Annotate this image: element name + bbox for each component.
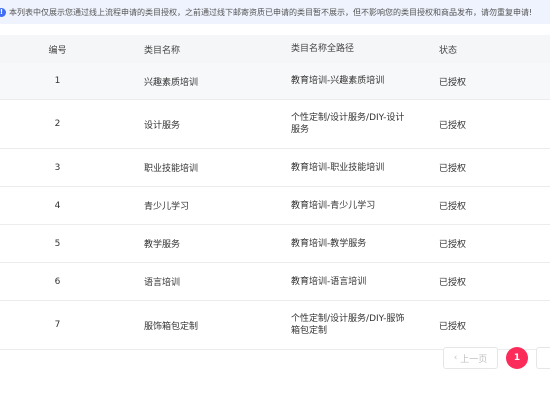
page-button-current[interactable]: 1 bbox=[506, 347, 528, 369]
table-row: 1 兴趣素质培训 教育培训-兴趣素质培训 已授权 bbox=[0, 63, 550, 100]
row-category-name: 兴趣素质培训 bbox=[144, 77, 199, 88]
row-id: 3 bbox=[54, 162, 61, 173]
row-category-path: 教育培训-职业技能培训 bbox=[291, 162, 385, 173]
row-category-path: 教育培训-教学服务 bbox=[291, 238, 367, 249]
info-icon: ! bbox=[0, 7, 6, 17]
row-id: 2 bbox=[54, 119, 61, 129]
table-row: 3 职业技能培训 教育培训-职业技能培训 已授权 bbox=[0, 149, 550, 187]
row-category-path: 教育培训-青少儿学习 bbox=[291, 200, 376, 211]
notice-text: 本列表中仅展示您通过线上流程申请的类目授权，之前通过线下邮寄资质已申请的类目暂不… bbox=[9, 7, 533, 17]
category-table: 编号 类目名称 类目名称全路径 状态 1 兴趣素质培训 教育培训-兴趣素质培训 已授权… bbox=[0, 35, 550, 350]
table-row: 5 教学服务 教育培训-教学服务 已授权 bbox=[0, 225, 550, 263]
row-status: 已授权 bbox=[439, 202, 467, 212]
table-row: 2 设计服务 个性定制/设计服务/DIY-设计服务 已授权 bbox=[0, 100, 550, 149]
row-category-path: 个性定制/设计服务/DIY-服饰箱包定制 bbox=[291, 314, 405, 336]
row-category-path: 教育培训-兴趣素质培训 bbox=[291, 76, 385, 86]
row-id: 5 bbox=[54, 238, 61, 249]
row-status: 已授权 bbox=[439, 240, 467, 250]
row-status: 已授权 bbox=[439, 278, 467, 288]
row-id: 6 bbox=[54, 276, 61, 287]
header-category-path: 类目名称全路径 bbox=[291, 44, 355, 54]
row-category-path: 教育培训-语言培训 bbox=[291, 276, 367, 287]
table-header: 编号 类目名称 类目名称全路径 状态 bbox=[0, 35, 550, 63]
row-status: 已授权 bbox=[439, 321, 467, 332]
row-category-path: 个性定制/设计服务/DIY-设计服务 bbox=[291, 113, 405, 135]
row-status: 已授权 bbox=[439, 120, 467, 131]
row-category-name: 青少儿学习 bbox=[144, 202, 190, 212]
next-page-button[interactable]: 下 bbox=[536, 347, 550, 369]
pagination: ‹ 上一页 1 下 bbox=[443, 347, 550, 369]
row-status: 已授权 bbox=[439, 164, 467, 174]
row-category-name: 教学服务 bbox=[144, 240, 181, 250]
row-category-name: 职业技能培训 bbox=[144, 164, 199, 174]
row-id: 7 bbox=[54, 320, 61, 330]
row-id: 1 bbox=[54, 76, 61, 86]
notice-bar: ! 本列表中仅展示您通过线上流程申请的类目授权，之前通过线下邮寄资质已申请的类目… bbox=[0, 0, 550, 24]
row-category-name: 设计服务 bbox=[144, 120, 181, 131]
row-category-name: 语言培训 bbox=[144, 278, 181, 288]
table-row: 4 青少儿学习 教育培训-青少儿学习 已授权 bbox=[0, 187, 550, 225]
header-category-name: 类目名称 bbox=[144, 45, 181, 56]
prev-page-button[interactable]: ‹ 上一页 bbox=[443, 347, 498, 369]
row-status: 已授权 bbox=[439, 77, 467, 88]
table-body: 1 兴趣素质培训 教育培训-兴趣素质培训 已授权 2 设计服务 个性定制/设计服务/DIY-… bbox=[0, 63, 550, 350]
header-status: 状态 bbox=[439, 45, 458, 56]
table-row: 6 语言培训 教育培训-语言培训 已授权 bbox=[0, 263, 550, 301]
header-id: 编号 bbox=[48, 45, 67, 56]
row-id: 4 bbox=[54, 200, 61, 211]
table-row: 7 服饰箱包定制 个性定制/设计服务/DIY-服饰箱包定制 已授权 bbox=[0, 301, 550, 350]
row-category-name: 服饰箱包定制 bbox=[144, 321, 199, 332]
prev-page-label: 上一页 bbox=[460, 354, 488, 365]
